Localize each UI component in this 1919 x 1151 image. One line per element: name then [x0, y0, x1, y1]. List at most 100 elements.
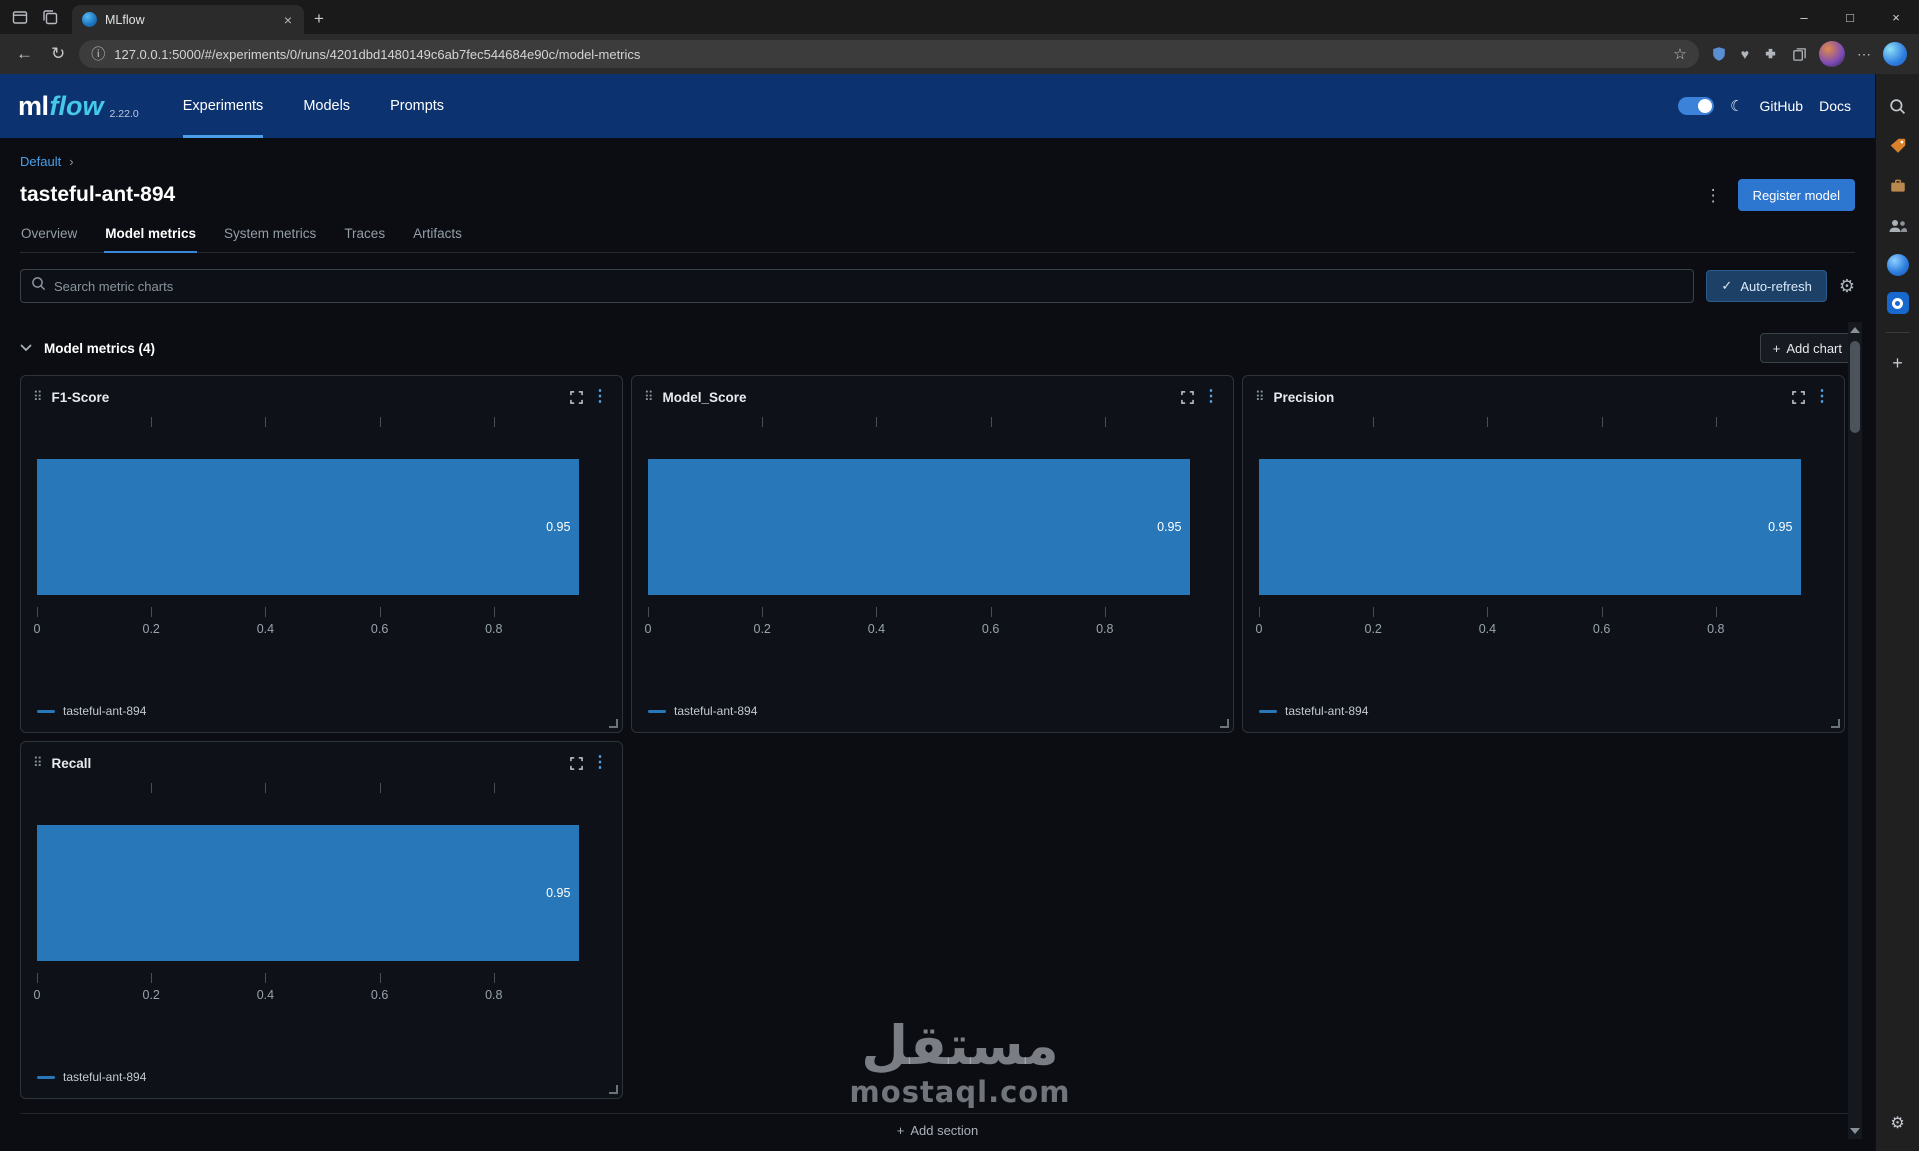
- chevron-down-icon[interactable]: [20, 344, 32, 352]
- breadcrumb-link[interactable]: Default: [20, 154, 61, 169]
- drag-handle-icon[interactable]: ⠿: [33, 755, 43, 771]
- search-row: ✓ Auto-refresh ⚙: [20, 269, 1855, 303]
- edge-sidebar: + ⚙: [1875, 74, 1919, 1151]
- sidebar-settings-icon[interactable]: ⚙: [1886, 1111, 1910, 1135]
- expand-icon[interactable]: [570, 756, 583, 770]
- nav-prompts[interactable]: Prompts: [390, 74, 444, 138]
- sidebar-tools-icon[interactable]: [1886, 174, 1910, 198]
- back-icon[interactable]: ←: [12, 44, 37, 64]
- more-menu-icon[interactable]: ⋯: [1855, 46, 1873, 63]
- site-info-icon[interactable]: ⓘ: [91, 44, 105, 64]
- auto-refresh-button[interactable]: ✓ Auto-refresh: [1706, 270, 1827, 302]
- theme-toggle[interactable]: [1678, 97, 1715, 115]
- expand-icon[interactable]: [1181, 390, 1194, 404]
- tab-model-metrics[interactable]: Model metrics: [104, 226, 198, 253]
- bar: 0.95: [648, 459, 1191, 595]
- legend: tasteful-ant-894: [37, 704, 622, 718]
- drag-handle-icon[interactable]: ⠿: [1255, 389, 1265, 405]
- nav-experiments[interactable]: Experiments: [182, 74, 264, 138]
- x-tick-label: 0.8: [485, 988, 503, 1002]
- github-link[interactable]: GitHub: [1760, 98, 1804, 114]
- bar-plot: 0.95: [37, 783, 608, 983]
- bar-plot: 0.95: [648, 417, 1219, 617]
- x-tick-label: 0.8: [485, 622, 503, 636]
- url-text: 127.0.0.1:5000/#/experiments/0/runs/4201…: [114, 46, 641, 62]
- mlflow-favicon: [82, 12, 97, 27]
- tab-traces[interactable]: Traces: [343, 226, 386, 253]
- browser-tab[interactable]: MLflow ×: [72, 5, 304, 34]
- extensions-icon[interactable]: [1761, 47, 1780, 62]
- expand-icon[interactable]: [570, 390, 583, 404]
- tab-system-metrics[interactable]: System metrics: [223, 226, 317, 253]
- moon-icon: ☾: [1730, 98, 1744, 115]
- tab-actions-icon[interactable]: [42, 9, 58, 25]
- x-tick-label: 0.4: [867, 622, 886, 636]
- sidebar-add-icon[interactable]: +: [1886, 351, 1910, 375]
- collections-icon[interactable]: [1790, 47, 1809, 62]
- resize-handle[interactable]: [1831, 719, 1840, 728]
- nav-models[interactable]: Models: [303, 74, 350, 138]
- x-axis: 0 0.2 0.4 0.6 0.8: [34, 985, 608, 1005]
- shield-icon[interactable]: [1709, 46, 1729, 62]
- x-tick-label: 0.8: [1707, 622, 1725, 636]
- register-model-button[interactable]: Register model: [1737, 179, 1855, 211]
- tick-mark: [379, 973, 381, 983]
- refresh-icon[interactable]: ↻: [47, 44, 69, 64]
- chart-menu-icon[interactable]: ⋮: [592, 755, 608, 771]
- add-chart-button[interactable]: + Add chart: [1759, 333, 1855, 363]
- tick-mark: [1715, 607, 1717, 617]
- expand-icon[interactable]: [1792, 390, 1805, 404]
- sidebar-people-icon[interactable]: [1886, 214, 1910, 238]
- chart-menu-icon[interactable]: ⋮: [1814, 389, 1830, 405]
- tab-artifacts[interactable]: Artifacts: [412, 226, 463, 253]
- x-tick-label: 0.6: [370, 622, 389, 636]
- add-chart-label: Add chart: [1786, 340, 1842, 356]
- content-scrollbar[interactable]: [1848, 322, 1862, 1139]
- workspaces-icon[interactable]: [12, 9, 28, 25]
- sidebar-outlook-icon[interactable]: [1886, 292, 1909, 314]
- breadcrumb-separator-icon: ›: [69, 153, 74, 169]
- chart-menu-icon[interactable]: ⋮: [1203, 389, 1219, 405]
- close-button[interactable]: ×: [1873, 0, 1919, 34]
- resize-handle[interactable]: [1220, 719, 1229, 728]
- card-header: ⠿ Recall ⋮: [21, 742, 622, 775]
- chart-settings-gear-icon[interactable]: ⚙: [1839, 276, 1855, 297]
- tab-title: MLflow: [105, 12, 145, 27]
- new-tab-button[interactable]: +: [314, 9, 324, 29]
- x-tick-label: 0.2: [753, 622, 771, 636]
- sidebar-shopping-icon[interactable]: [1886, 134, 1910, 158]
- metric-chart-card-f1-score: ⠿ F1-Score ⋮ 0.95 0 0.2 0.4 0.6 0.8 tast…: [20, 375, 623, 733]
- scrollbar-thumb[interactable]: [1850, 341, 1860, 433]
- maximize-button[interactable]: □: [1827, 0, 1873, 34]
- bookmark-star-icon[interactable]: ☆: [1673, 45, 1686, 63]
- plus-icon: +: [1772, 340, 1781, 356]
- docs-link[interactable]: Docs: [1819, 98, 1851, 114]
- main-nav: Experiments Models Prompts: [182, 74, 484, 138]
- tab-overview[interactable]: Overview: [20, 226, 78, 253]
- minimize-button[interactable]: –: [1781, 0, 1827, 34]
- scroll-down-arrow-icon[interactable]: [1850, 1128, 1860, 1134]
- resize-handle[interactable]: [609, 1085, 618, 1094]
- sidebar-search-icon[interactable]: [1886, 94, 1910, 118]
- add-section-label: Add section: [910, 1123, 979, 1138]
- x-tick-label: 0.2: [142, 622, 160, 636]
- tab-close-icon[interactable]: ×: [280, 11, 296, 29]
- search-input[interactable]: [54, 278, 1684, 294]
- copilot-icon[interactable]: [1883, 42, 1907, 66]
- scroll-up-arrow-icon[interactable]: [1850, 327, 1860, 333]
- sidebar-designer-icon[interactable]: [1886, 254, 1909, 276]
- drag-handle-icon[interactable]: ⠿: [33, 389, 43, 405]
- resize-handle[interactable]: [609, 719, 618, 728]
- add-section-button[interactable]: + Add section: [20, 1113, 1855, 1147]
- browser-essentials-icon[interactable]: ♥: [1739, 46, 1751, 62]
- drag-handle-icon[interactable]: ⠿: [644, 389, 654, 405]
- run-menu-icon[interactable]: ⋮: [1705, 187, 1722, 204]
- tick-mark: [151, 783, 153, 793]
- chart-menu-icon[interactable]: ⋮: [592, 389, 608, 405]
- bar-value-label: 0.95: [546, 886, 571, 900]
- address-bar[interactable]: ⓘ 127.0.0.1:5000/#/experiments/0/runs/42…: [79, 40, 1699, 68]
- profile-avatar[interactable]: [1819, 41, 1845, 67]
- x-tick-label: 0.8: [1096, 622, 1114, 636]
- tick-mark: [493, 607, 495, 617]
- mlflow-logo[interactable]: ml flow 2.22.0: [18, 74, 139, 138]
